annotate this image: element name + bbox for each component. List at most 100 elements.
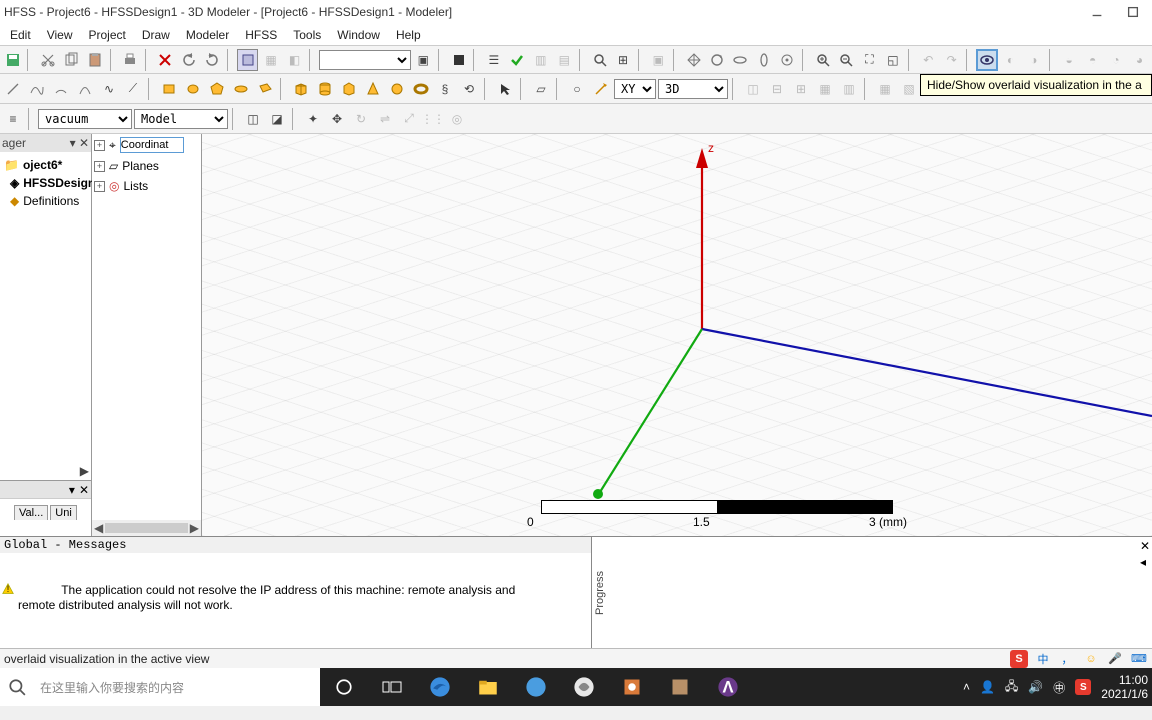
find-icon[interactable]: ▣ xyxy=(413,49,434,71)
fwd-icon[interactable]: ↷ xyxy=(941,49,962,71)
view-combo[interactable]: 3D xyxy=(658,79,728,99)
helix-icon[interactable]: § xyxy=(434,78,456,100)
rotate-icon[interactable] xyxy=(706,49,727,71)
paste-icon[interactable] xyxy=(84,49,105,71)
mic-icon[interactable]: 🎤 xyxy=(1106,650,1124,668)
copy-icon[interactable] xyxy=(61,49,82,71)
rotate-x-icon[interactable] xyxy=(730,49,751,71)
plane-tool-icon[interactable]: ▱ xyxy=(530,78,552,100)
menu-draw[interactable]: Draw xyxy=(134,25,178,44)
split3-icon[interactable]: ⊞ xyxy=(790,78,812,100)
vector-icon[interactable] xyxy=(590,78,612,100)
orbit-icon[interactable] xyxy=(777,49,798,71)
props-tab-unit[interactable]: Uni xyxy=(50,505,77,520)
ellipse-icon[interactable] xyxy=(230,78,252,100)
box-icon[interactable] xyxy=(290,78,312,100)
expand-icon[interactable]: + xyxy=(94,161,105,172)
ime-punct-icon[interactable]: ， xyxy=(1058,650,1076,668)
expand-icon[interactable]: + xyxy=(94,181,105,192)
menu-tools[interactable]: Tools xyxy=(285,25,329,44)
rotate-y-icon[interactable] xyxy=(753,49,774,71)
hide-show-overlay-icon[interactable] xyxy=(976,49,997,71)
vis1-icon[interactable]: ◐ xyxy=(1000,49,1021,71)
grid-a-icon[interactable]: ▦ xyxy=(874,78,896,100)
cortana-icon[interactable] xyxy=(320,668,368,706)
zoom-out-icon[interactable] xyxy=(835,49,856,71)
sweep-icon[interactable]: ⟲ xyxy=(458,78,480,100)
hfss-app-icon[interactable]: Λ xyxy=(704,668,752,706)
tool-b-icon[interactable]: ◧ xyxy=(284,49,305,71)
taskbar-clock[interactable]: 11:00 2021/1/6 xyxy=(1101,673,1148,702)
cone-icon[interactable] xyxy=(362,78,384,100)
arc3-icon[interactable]: ∿ xyxy=(98,78,120,100)
split1-icon[interactable]: ◫ xyxy=(742,78,764,100)
spline-icon[interactable] xyxy=(26,78,48,100)
zoom-window-icon[interactable] xyxy=(589,49,610,71)
align-icon[interactable]: ≡ xyxy=(2,108,24,130)
app2-icon[interactable] xyxy=(560,668,608,706)
tray-sogou-icon[interactable]: S xyxy=(1075,679,1091,695)
menu-modeler[interactable]: Modeler xyxy=(178,25,237,44)
save-icon[interactable] xyxy=(2,49,23,71)
zoom-fit-icon[interactable]: ⛶ xyxy=(859,49,880,71)
list-icon[interactable]: ☰ xyxy=(483,49,504,71)
pan-icon[interactable] xyxy=(683,49,704,71)
scroll-right-icon[interactable]: ▶ xyxy=(190,521,199,535)
progress-close-icon[interactable]: ✕ xyxy=(1140,539,1150,553)
zoom-sel-icon[interactable]: ◱ xyxy=(882,49,903,71)
app1-icon[interactable] xyxy=(512,668,560,706)
scroll-left-icon[interactable]: ◀ xyxy=(94,521,103,535)
tree-definitions[interactable]: ◆ Definitions xyxy=(2,192,89,210)
explorer-icon[interactable] xyxy=(464,668,512,706)
circle-icon[interactable] xyxy=(182,78,204,100)
stop-icon[interactable] xyxy=(448,49,469,71)
mirror-icon[interactable]: ⇌ xyxy=(374,108,396,130)
progress-collapse-icon[interactable]: ◂ xyxy=(1140,555,1150,569)
rotate2-icon[interactable]: ↻ xyxy=(350,108,372,130)
origin-icon[interactable]: ○ xyxy=(566,78,588,100)
taskview-icon[interactable] xyxy=(368,668,416,706)
sheet-icon[interactable] xyxy=(254,78,276,100)
vis6-icon[interactable]: ◕ xyxy=(1129,49,1150,71)
print-icon[interactable] xyxy=(119,49,140,71)
props-close-icon[interactable]: ✕ xyxy=(79,483,89,497)
props-tab-value[interactable]: Val... xyxy=(14,505,48,520)
tree-planes[interactable]: + ▱ Planes xyxy=(92,156,201,176)
menu-window[interactable]: Window xyxy=(329,25,388,44)
vis4-icon[interactable]: ◓ xyxy=(1082,49,1103,71)
panel-close-icon[interactable]: ✕ xyxy=(79,136,89,150)
back-icon[interactable]: ↶ xyxy=(918,49,939,71)
sphere-icon[interactable] xyxy=(386,78,408,100)
torus-icon[interactable] xyxy=(410,78,432,100)
object-combo[interactable] xyxy=(319,50,411,70)
search-icon[interactable] xyxy=(0,668,34,706)
minimize-icon[interactable] xyxy=(1090,5,1104,19)
zoom-in-icon[interactable] xyxy=(812,49,833,71)
group2-icon[interactable]: ◪ xyxy=(266,108,288,130)
tree-design[interactable]: ◈ HFSSDesign xyxy=(2,174,89,192)
app4-icon[interactable] xyxy=(656,668,704,706)
grid-b-icon[interactable]: ▧ xyxy=(898,78,920,100)
arc-icon[interactable] xyxy=(50,78,72,100)
menu-hfss[interactable]: HFSS xyxy=(237,25,285,44)
prism-icon[interactable] xyxy=(338,78,360,100)
taskbar-search[interactable]: 在这里输入你要搜索的内容 xyxy=(34,668,320,706)
delete-icon[interactable] xyxy=(155,49,176,71)
tree-lists[interactable]: + ◎ Lists xyxy=(92,176,201,196)
group-icon[interactable]: ▣ xyxy=(648,49,669,71)
model-combo[interactable]: Model xyxy=(134,109,228,129)
validate-icon[interactable] xyxy=(507,49,528,71)
tree-coord[interactable]: + ⌖ xyxy=(92,134,201,156)
line-icon[interactable] xyxy=(2,78,24,100)
scale-icon[interactable]: ⤢ xyxy=(398,108,420,130)
array-icon[interactable]: ⋮⋮ xyxy=(422,108,444,130)
split4-icon[interactable]: ▦ xyxy=(814,78,836,100)
tray-network-icon[interactable]: 🖧 xyxy=(1005,677,1018,698)
select-obj-icon[interactable] xyxy=(494,78,516,100)
app3-icon[interactable] xyxy=(608,668,656,706)
cut-icon[interactable] xyxy=(37,49,58,71)
keyboard-icon[interactable]: ⌨ xyxy=(1130,650,1148,668)
vis5-icon[interactable]: ◔ xyxy=(1105,49,1126,71)
move-icon[interactable]: ✥ xyxy=(326,108,348,130)
sogou-ime-icon[interactable]: S xyxy=(1010,650,1028,668)
